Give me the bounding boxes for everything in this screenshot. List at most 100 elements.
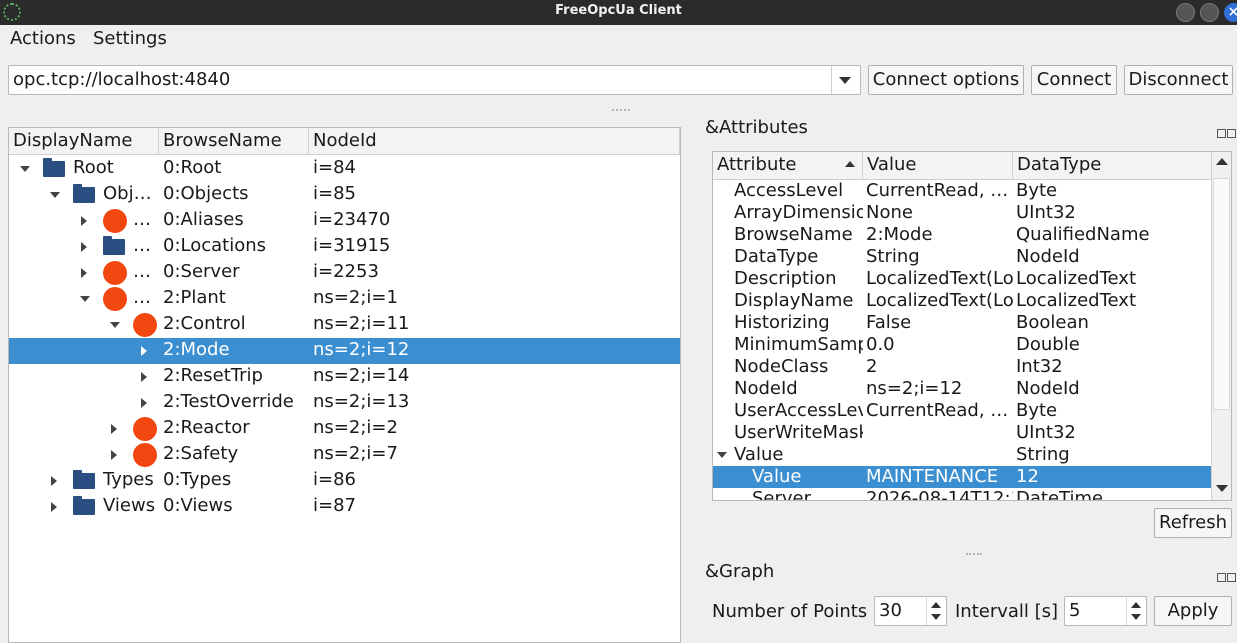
tree-cell-nodeid: ns=2;i=13 (313, 391, 410, 412)
attribute-cell-name: MinimumSamplingInterval (734, 334, 863, 355)
spin-down-icon[interactable] (1131, 614, 1141, 620)
attribute-cell-datatype: Int32 (1016, 356, 1063, 377)
attribute-cell-name: AccessLevel (734, 180, 844, 201)
attribute-row[interactable]: Value String (713, 444, 1213, 466)
number-of-points-spinbox[interactable]: 30 (874, 596, 947, 626)
interval-label: Intervall [s] (955, 601, 1059, 622)
tree-row[interactable]: Views 0:Views i=87 (9, 494, 680, 520)
scrollbar-thumb[interactable] (1213, 178, 1230, 410)
column-header-datatype[interactable]: DataType (1013, 152, 1212, 180)
attribute-row[interactable]: MinimumSamplingInterval0.0 Double (713, 334, 1213, 356)
tree-row[interactable]: Types 0:Types i=86 (9, 468, 680, 494)
expand-down-icon[interactable] (80, 296, 90, 302)
graph-dock-float-close-icons[interactable] (1217, 566, 1237, 582)
attributes-dock-title: &Attributes (705, 117, 808, 138)
connect-button[interactable]: Connect (1031, 65, 1117, 95)
attribute-row[interactable]: UserAccessLevelCurrentRead, … Byte (713, 400, 1213, 422)
attribute-cell-name: BrowseName (734, 224, 853, 245)
expand-right-icon[interactable] (81, 268, 87, 278)
tree-row[interactable]: Obj… 0:Objects i=85 (9, 182, 680, 208)
spin-down-icon[interactable] (931, 614, 941, 620)
expand-right-icon[interactable] (51, 502, 57, 512)
tree-row[interactable]: 2:ResetTrip ns=2;i=14 (9, 364, 680, 390)
chevron-down-icon[interactable] (839, 77, 851, 84)
tree-cell-browsename: 0:Locations (163, 235, 267, 256)
title-bar: FreeOpcUa Client × (0, 0, 1237, 25)
tree-row[interactable]: … 0:Server i=2253 (9, 260, 680, 286)
spin-up-icon[interactable] (931, 602, 941, 608)
column-header-browsename[interactable]: BrowseName (159, 128, 309, 155)
expand-right-icon[interactable] (141, 346, 147, 356)
expand-right-icon[interactable] (141, 398, 147, 408)
menu-settings[interactable]: Settings (93, 28, 167, 49)
refresh-button[interactable]: Refresh (1154, 508, 1232, 538)
dock-splitter-handle[interactable] (966, 553, 982, 556)
tree-cell-browsename: 0:Views (163, 495, 233, 516)
attribute-row[interactable]: NodeClass 2 Int32 (713, 356, 1213, 378)
column-header-displayname[interactable]: DisplayName (9, 128, 159, 155)
expand-down-icon[interactable] (717, 452, 727, 458)
attribute-cell-name: DisplayName (734, 290, 854, 311)
tree-cell-nodeid: ns=2;i=11 (313, 313, 410, 334)
tree-cell-nodeid: i=85 (313, 183, 356, 204)
attribute-row[interactable]: Historizing False Boolean (713, 312, 1213, 334)
close-button[interactable]: × (1224, 3, 1237, 22)
tree-row[interactable]: 2:Reactor ns=2;i=2 (9, 416, 680, 442)
attributes-table[interactable]: Attribute Value DataType AccessLevel Curr… (712, 151, 1232, 501)
tree-row[interactable]: 2:Mode ns=2;i=12 (9, 338, 680, 364)
address-space-tree[interactable]: DisplayName BrowseName NodeId Root 0:Root… (8, 127, 681, 643)
tree-row[interactable]: 2:TestOverride ns=2;i=13 (9, 390, 680, 416)
attribute-row[interactable]: DataType String NodeId (713, 246, 1213, 268)
attribute-row[interactable]: ArrayDimensionsNone UInt32 (713, 202, 1213, 224)
column-header-value[interactable]: Value (863, 152, 1013, 180)
tree-row[interactable]: Root 0:Root i=84 (9, 156, 680, 182)
tree-cell-displayname: … (133, 209, 151, 230)
tree-cell-nodeid: i=87 (313, 495, 356, 516)
attribute-row[interactable]: Server 2026-08-14T12:1 DateTime (713, 488, 1213, 500)
attribute-row[interactable]: Value MAINTENANCE 12 (713, 466, 1213, 488)
tree-row[interactable]: 2:Control ns=2;i=11 (9, 312, 680, 338)
tree-cell-displayname: Root (73, 157, 114, 178)
column-header-nodeid[interactable]: NodeId (309, 128, 680, 155)
attribute-cell-value: String (866, 246, 920, 267)
server-url-combobox[interactable]: opc.tcp://localhost:4840 (8, 65, 861, 95)
spin-up-icon[interactable] (1131, 602, 1141, 608)
attributes-scrollbar[interactable] (1211, 152, 1231, 500)
interval-spinbox[interactable]: 5 (1064, 596, 1147, 626)
minimize-button[interactable] (1176, 3, 1195, 22)
expand-down-icon[interactable] (50, 192, 60, 198)
expand-down-icon[interactable] (110, 322, 120, 328)
expand-right-icon[interactable] (51, 476, 57, 486)
apply-button[interactable]: Apply (1154, 596, 1232, 626)
attribute-row[interactable]: NodeId ns=2;i=12 NodeId (713, 378, 1213, 400)
attribute-cell-name: Historizing (734, 312, 830, 333)
dock-float-close-icons[interactable] (1217, 122, 1237, 138)
expand-right-icon[interactable] (81, 242, 87, 252)
tree-cell-displayname: Obj… (103, 183, 152, 204)
maximize-button[interactable] (1200, 3, 1219, 22)
disconnect-button[interactable]: Disconnect (1124, 65, 1233, 95)
attribute-cell-datatype: QualifiedName (1016, 224, 1150, 245)
expand-right-icon[interactable] (81, 216, 87, 226)
attribute-row[interactable]: BrowseName 2:Mode QualifiedName (713, 224, 1213, 246)
expand-right-icon[interactable] (111, 424, 117, 434)
attribute-cell-name: NodeClass (734, 356, 829, 377)
expand-right-icon[interactable] (111, 450, 117, 460)
tree-row[interactable]: … 0:Locations i=31915 (9, 234, 680, 260)
attribute-row[interactable]: UserWriteMask UInt32 (713, 422, 1213, 444)
attribute-row[interactable]: AccessLevel CurrentRead, … Byte (713, 180, 1213, 202)
scroll-up-icon[interactable] (1216, 158, 1228, 165)
menu-actions[interactable]: Actions (10, 28, 76, 49)
attribute-cell-value: LocalizedText(Lo (866, 290, 1013, 311)
tree-row[interactable]: 2:Safety ns=2;i=7 (9, 442, 680, 468)
column-header-attribute[interactable]: Attribute (713, 152, 863, 180)
splitter-handle[interactable] (612, 109, 630, 112)
tree-row[interactable]: … 2:Plant ns=2;i=1 (9, 286, 680, 312)
scroll-down-icon[interactable] (1216, 485, 1228, 492)
attribute-row[interactable]: Description LocalizedText(Lo LocalizedText (713, 268, 1213, 290)
expand-down-icon[interactable] (20, 166, 30, 172)
connect-options-button[interactable]: Connect options (868, 65, 1024, 95)
tree-row[interactable]: … 0:Aliases i=23470 (9, 208, 680, 234)
attribute-row[interactable]: DisplayName LocalizedText(Lo LocalizedText (713, 290, 1213, 312)
expand-right-icon[interactable] (141, 372, 147, 382)
